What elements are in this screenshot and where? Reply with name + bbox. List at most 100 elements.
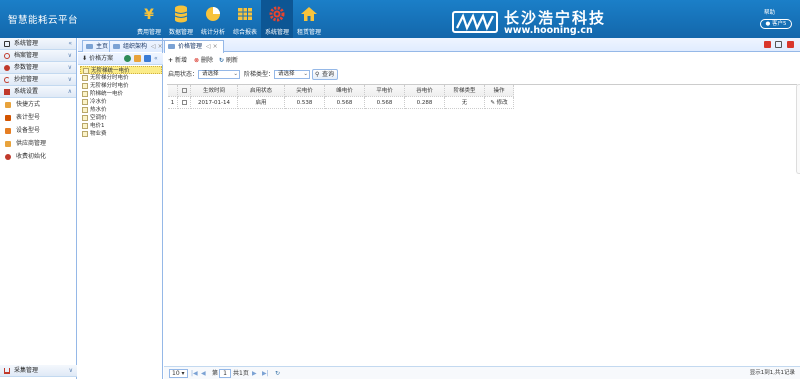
column-header[interactable]: 峰电价 [325,85,365,97]
sidebar-group-settings[interactable]: 系统设置 ∧ [0,86,76,98]
sidebar-group-archives[interactable]: 档案管理 ∨ [0,50,76,62]
top-bar: 智慧能耗云平台 ¥ 费用管理 数据管理 统计分析 综合报表 系统管理 租赁管理 [0,0,800,38]
chevron-down-icon[interactable]: ∨ [68,50,72,62]
tab-menu-icon[interactable]: ◁ [206,43,211,50]
sidebar-group-parameters[interactable]: 参数管理 ∨ [0,62,76,74]
row-number: 1 [168,97,178,109]
company-watermark: 长沙浩宁科技 www.hooning.cn [452,9,674,36]
nav-data-management[interactable]: 数据管理 [165,0,197,38]
scroll-handle[interactable] [796,84,800,174]
first-page-icon[interactable]: |◀ [191,367,198,380]
tree-node[interactable]: 无阶梯分时电价 [80,74,129,82]
nav-fee-management[interactable]: ¥ 费用管理 [133,0,165,38]
close-all-icon[interactable] [787,41,794,48]
tree-node[interactable]: 无阶梯分时电价 [80,82,129,90]
group-label: 系统设置 [14,88,39,95]
tab-price-management[interactable]: 价格管理 ◁ × [164,40,224,53]
company-url: www.hooning.cn [504,25,593,36]
nav-reports[interactable]: 综合报表 [229,0,261,38]
tree-node[interactable]: 电价1 [80,122,105,130]
status-select[interactable]: 请选择 ⌄ [198,70,240,79]
nav-lease-management[interactable]: 租赁管理 [293,0,325,38]
refresh-icon [4,77,10,83]
ladder-type-select[interactable]: 请选择 ⌄ [274,70,310,79]
file-icon [82,99,88,105]
edit-link[interactable]: ✎ 修改 [485,97,514,109]
table-row[interactable]: 1 2017-01-14 启用 0.538 0.568 0.568 0.288 … [168,97,514,109]
prev-page-icon[interactable]: ◀ [201,367,206,380]
sidebar-item-device-models[interactable]: 设备型号 [0,124,76,137]
fullscreen-icon[interactable] [775,41,782,48]
file-icon [82,123,88,129]
refresh-button[interactable]: ↻ 刷新 [219,54,238,67]
refresh-page-icon[interactable] [764,41,771,48]
row-checkbox[interactable] [178,97,191,109]
page-number-input[interactable]: 1 [219,369,231,378]
delete-button[interactable]: ⊗ 删除 [194,54,213,67]
ladder-filter-label: 阶梯类型： [244,71,275,78]
column-header[interactable]: 启用状态 [238,85,285,97]
sidebar: 系统管理 « 档案管理 ∨ 参数管理 ∨ 抄控管理 ∨ 系统设置 ∧ 快捷方式 … [0,38,77,379]
peak-price: 0.568 [325,97,365,109]
item-label: 表计型号 [16,114,41,121]
column-header[interactable]: 操作 [485,85,514,97]
price-tab-icon [168,44,175,49]
next-page-icon[interactable]: ▶ [252,367,257,380]
tree-node[interactable]: 空调价 [80,114,107,122]
refresh-icon[interactable]: ↻ [275,367,280,380]
sidebar-item-fee-init[interactable]: 收费初始化 [0,150,76,163]
sidebar-bottom: 采集管理 ∨ [0,365,77,377]
help-link[interactable]: 帮助 [764,8,775,16]
table-icon [229,4,261,26]
sidebar-group-collection[interactable]: 采集管理 ∨ [0,365,77,377]
collapse-icon[interactable]: « [154,53,158,65]
select-all-checkbox[interactable] [178,85,191,97]
search-icon: ⚲ [315,71,320,78]
group-label: 系统管理 [14,40,39,47]
column-header[interactable]: 阶梯类型 [445,85,485,97]
add-button[interactable]: + 新增 [168,54,187,67]
query-button[interactable]: ⚲ 查询 [312,69,339,80]
search-icon [4,53,10,59]
collapse-icon[interactable]: « [68,38,72,50]
column-header[interactable]: 谷电价 [405,85,445,97]
chevron-down-icon[interactable]: ∨ [68,62,72,74]
page-size-select[interactable]: 10 ▾ [169,369,188,378]
node-label: 冷水价 [90,99,107,105]
last-page-icon[interactable]: ▶| [262,367,269,380]
node-label: 物业费 [90,131,107,137]
plus-icon: + [168,57,174,64]
tree-node[interactable]: 冷水价 [80,98,107,106]
nav-label: 系统管理 [264,29,289,36]
add-icon[interactable] [124,55,131,62]
item-label: 收费初始化 [16,153,47,160]
column-header[interactable]: 尖电价 [285,85,325,97]
tree-node[interactable]: 热水价 [80,106,107,114]
sidebar-item-meter-models[interactable]: 表计型号 [0,111,76,124]
chevron-down-icon[interactable]: ∨ [69,365,73,377]
chevron-down-icon[interactable]: ∨ [68,74,72,86]
sidebar-item-shortcuts[interactable]: 快捷方式 [0,98,76,111]
expand-icon[interactable] [144,55,151,62]
node-label: 阶梯统一电价 [90,91,124,97]
tree-node[interactable]: 无阶梯统一电价 [80,66,162,74]
monitor-icon [4,41,10,47]
sidebar-group-control[interactable]: 抄控管理 ∨ [0,74,76,86]
column-header[interactable]: 生效时间 [191,85,238,97]
close-icon[interactable]: × [213,43,218,50]
nav-statistics[interactable]: 统计分析 [197,0,229,38]
tree-node[interactable]: 物业费 [80,130,107,138]
pie-chart-icon [197,4,229,26]
sidebar-item-suppliers[interactable]: 供应商管理 [0,137,76,150]
edit-icon[interactable] [134,55,141,62]
user-menu[interactable]: ● 客户5 [760,19,792,29]
grid-header-row: 生效时间 启用状态 尖电价 峰电价 平电价 谷电价 阶梯类型 操作 [168,85,514,97]
sidebar-group-system[interactable]: 系统管理 « [0,38,76,50]
gear-icon [4,65,10,71]
tree-node[interactable]: 阶梯统一电价 [80,90,123,98]
chevron-up-icon[interactable]: ∧ [68,86,72,98]
delete-icon: ⊗ [194,57,200,64]
column-header[interactable]: 平电价 [365,85,405,97]
toolbar: + 新增 ⊗ 删除 ↻ 刷新 [164,54,800,67]
nav-system-management[interactable]: 系统管理 [261,0,293,38]
